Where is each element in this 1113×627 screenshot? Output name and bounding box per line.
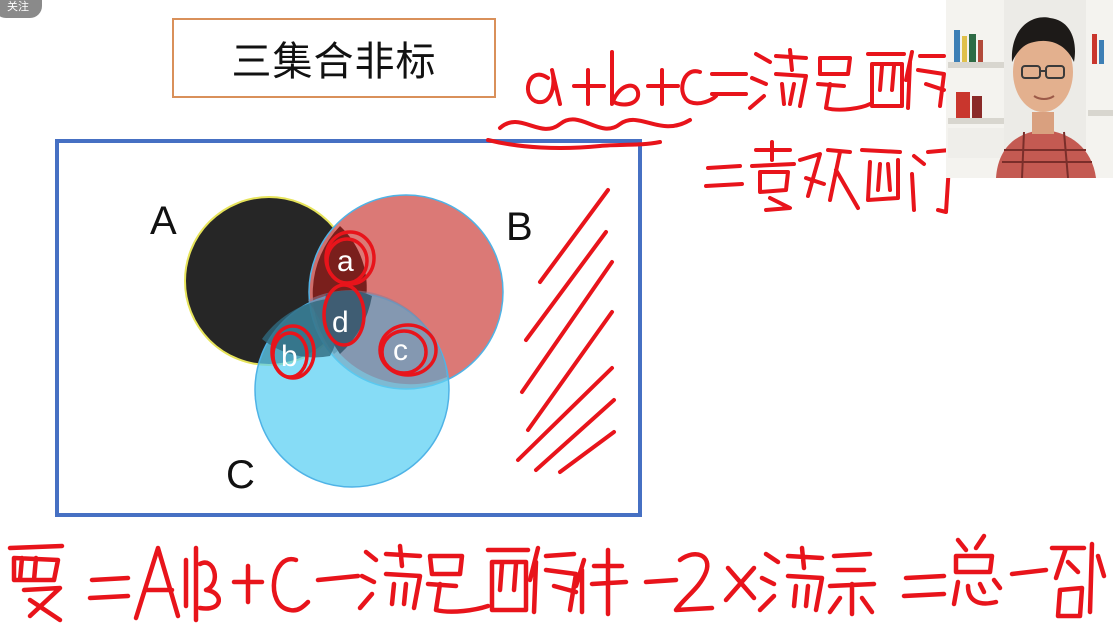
region-a-label: a (337, 245, 354, 278)
region-d-label: d (332, 306, 349, 339)
set-b-label: B (506, 205, 533, 249)
region-c-label: c (393, 334, 408, 367)
handwriting-line1 (486, 48, 946, 150)
slide-title-box: 三集合非标 (172, 18, 496, 98)
presenter-webcam (946, 0, 1113, 178)
presenter-video-frame (946, 0, 1113, 178)
lecture-slide: A B C a d b c 关注 三集合非标 (0, 0, 1113, 627)
set-c-label: C (226, 453, 255, 497)
region-b-label: b (281, 340, 298, 373)
handwriting-line2 (704, 140, 952, 214)
set-a-label: A (150, 199, 177, 243)
slide-title: 三集合非标 (231, 39, 437, 85)
follow-button[interactable]: 关注 (0, 0, 42, 18)
handwriting-bottom (7, 533, 1107, 623)
